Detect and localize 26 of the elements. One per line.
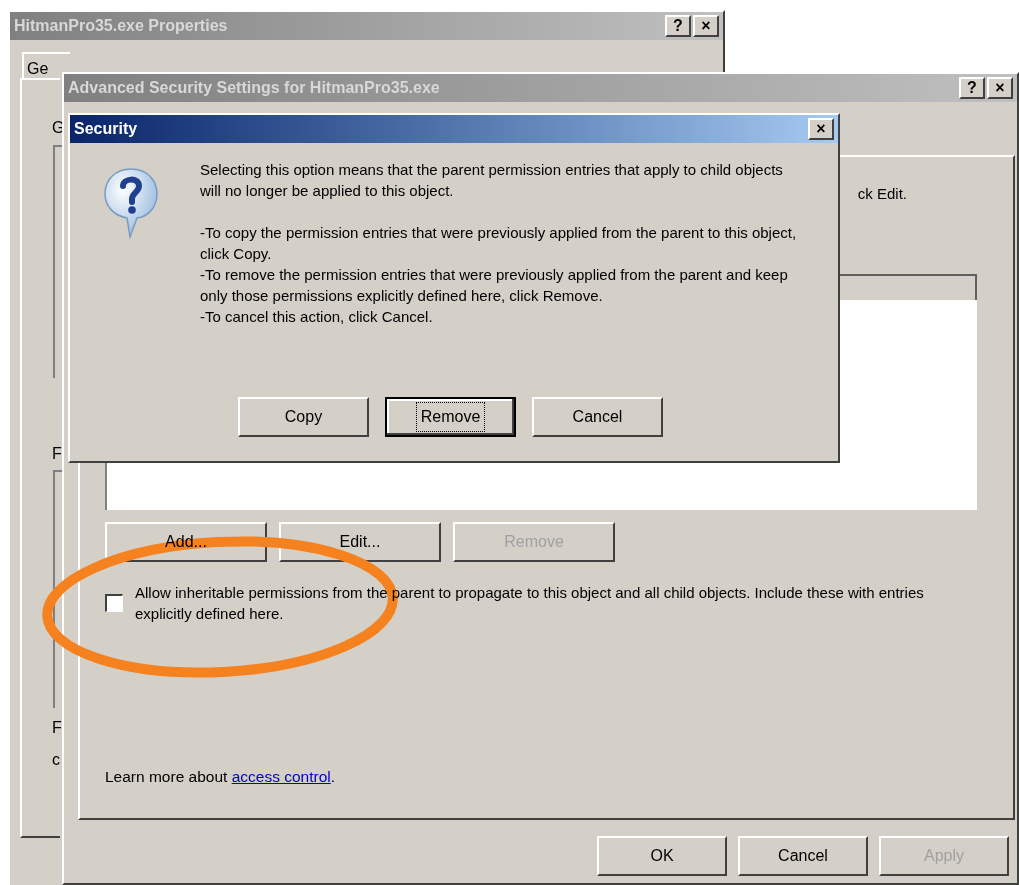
dialog-button[interactable]: Remove xyxy=(385,397,516,437)
help-button[interactable]: ? xyxy=(959,77,985,99)
dialog-button[interactable]: Cancel xyxy=(532,397,663,437)
window-title: Security xyxy=(74,119,138,139)
window-title: Advanced Security Settings for HitmanPro35.exe xyxy=(68,78,440,98)
window-title: HitmanPro35.exe Properties xyxy=(14,16,228,36)
learn-more-text: Learn more about access control. xyxy=(105,766,337,787)
tab[interactable]: Ge xyxy=(22,52,70,78)
access-control-link[interactable]: access control xyxy=(231,767,331,785)
close-button[interactable]: × xyxy=(693,15,719,37)
close-button[interactable]: × xyxy=(987,77,1013,99)
question-icon xyxy=(103,167,159,239)
label-fragment: F xyxy=(52,720,62,736)
dialog-button[interactable]: Copy xyxy=(238,397,369,437)
label-fragment: F xyxy=(52,446,62,462)
message-text: -To remove the permission entries that were previously applied from the parent and keep only those permissions explicitly defined here, click Remove. xyxy=(200,265,789,306)
message-text: -To cancel this action, click Cancel. xyxy=(200,307,434,327)
button[interactable]: OK xyxy=(597,836,727,876)
message-text: Selecting this option means that the parent permission entries that apply to child objects will no longer be applied to this object. xyxy=(200,160,784,201)
instruction-text: ck Edit. xyxy=(857,184,907,204)
help-button[interactable]: ? xyxy=(665,15,691,37)
checkbox[interactable] xyxy=(105,594,123,612)
close-button[interactable]: × xyxy=(808,118,834,140)
message-text: -To copy the permission entries that were previously applied from the parent to this object, click Copy. xyxy=(200,223,798,264)
button[interactable]: Cancel xyxy=(738,836,868,876)
label-fragment: c xyxy=(52,752,60,768)
